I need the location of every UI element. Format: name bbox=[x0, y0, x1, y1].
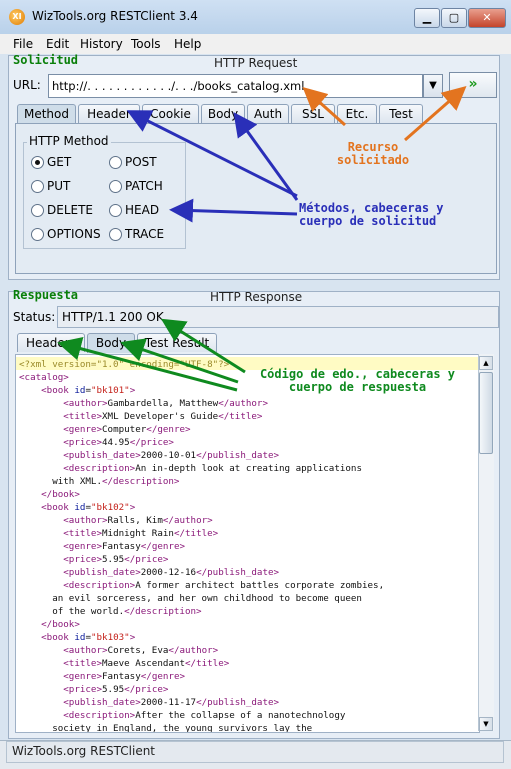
arrow-body-tab bbox=[233, 112, 299, 201]
arrow-header-tab bbox=[126, 110, 298, 198]
annotation-methods: Métodos, cabeceras y cuerpo de solicitud bbox=[299, 201, 444, 228]
arrow-status-field bbox=[160, 318, 246, 374]
arrow-resource-send bbox=[404, 86, 467, 142]
arrow-method-group bbox=[169, 198, 298, 223]
annotation-response: Código de edo., cabeceras y cuerpo de re… bbox=[259, 367, 456, 394]
annotation-resource: Recurso solicitado bbox=[336, 140, 410, 167]
arrow-resource-url bbox=[302, 86, 347, 127]
